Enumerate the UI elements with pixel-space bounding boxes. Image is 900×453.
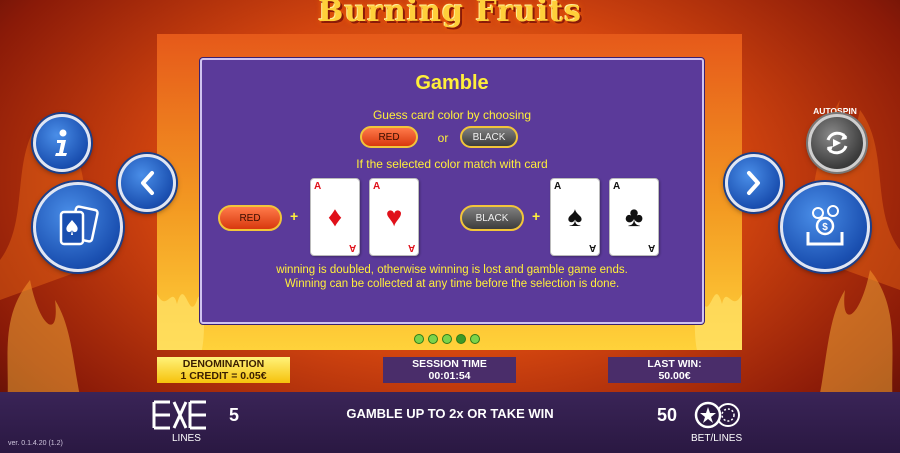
or-text: or <box>437 131 449 145</box>
svg-text:$: $ <box>822 222 828 233</box>
info-button[interactable] <box>33 114 91 172</box>
card-ace-spades: A ♠ A <box>550 178 600 256</box>
page-dot[interactable] <box>428 334 438 344</box>
next-page-button[interactable] <box>725 154 783 212</box>
help-paragraph-1: winning is doubled, otherwise winning is… <box>276 264 628 276</box>
gamble-help-panel: Gamble Guess card color by choosing RED … <box>200 58 704 324</box>
last-win-label: LAST WIN: <box>647 358 702 370</box>
card-ace-hearts: A ♥ A <box>369 178 419 256</box>
card-rank: A <box>554 181 562 192</box>
card-ace-clubs: A ♣ A <box>609 178 659 256</box>
help-paragraph-2: Winning can be collected at any time bef… <box>284 278 620 290</box>
red-label-chip: RED <box>360 126 418 148</box>
plus-sign: + <box>532 208 541 224</box>
club-suit-icon: ♣ <box>624 201 644 232</box>
heart-suit-icon: ♥ <box>385 201 403 232</box>
page-dot[interactable] <box>470 334 480 344</box>
spade-suit-icon: ♠ <box>567 201 583 232</box>
info-icon <box>55 129 67 156</box>
chevron-left-icon <box>141 171 154 195</box>
denomination-label: DENOMINATION <box>182 358 265 370</box>
red-example-chip: RED <box>218 205 282 231</box>
denomination-value: 1 CREDIT = 0.05€ <box>180 370 267 382</box>
help-instruction-1: Guess card color by choosing <box>372 108 532 122</box>
bet-chips-icon[interactable] <box>692 401 744 429</box>
autospin-button[interactable] <box>808 114 866 172</box>
card-rank: A <box>588 242 596 253</box>
game-logo: Burning Fruits <box>318 0 582 29</box>
black-example-chip: BLACK <box>460 205 524 231</box>
session-time-box: SESSION TIME 00:01:54 <box>383 357 516 383</box>
status-message: GAMBLE UP TO 2x OR TAKE WIN <box>346 406 554 421</box>
paytable-button[interactable] <box>33 182 123 272</box>
card-rank: A <box>314 181 322 192</box>
lines-label: LINES <box>172 433 201 444</box>
previous-page-button[interactable] <box>118 154 176 212</box>
help-instruction-2: If the selected color match with card <box>356 157 548 171</box>
card-rank: A <box>348 242 356 253</box>
cards-icon <box>59 205 99 246</box>
page-dot[interactable] <box>414 334 424 344</box>
version-text: ver. 0.1.4.20 (1.2) <box>8 440 63 447</box>
page-indicator <box>414 334 480 344</box>
last-win-box: LAST WIN: 50.00€ <box>608 357 741 383</box>
black-label-chip: BLACK <box>460 126 518 148</box>
card-rank: A <box>373 181 381 192</box>
session-time-value: 00:01:54 <box>428 370 471 382</box>
page-dot-current[interactable] <box>456 334 466 344</box>
card-rank: A <box>647 242 655 253</box>
card-ace-diamonds: A ♦ A <box>310 178 360 256</box>
diamond-suit-icon: ♦ <box>327 201 343 232</box>
bet-lines-value: 50 <box>657 405 678 425</box>
bet-settings-button[interactable]: $ <box>780 182 870 272</box>
card-rank: A <box>407 242 415 253</box>
plus-sign: + <box>290 208 299 224</box>
help-title: Gamble <box>415 72 489 94</box>
card-rank: A <box>613 181 621 192</box>
last-win-value: 50.00€ <box>658 370 691 382</box>
page-dot[interactable] <box>442 334 452 344</box>
chevron-right-icon <box>747 171 760 195</box>
bet-lines-label: BET/LINES <box>691 433 743 444</box>
denomination-box[interactable]: DENOMINATION 1 CREDIT = 0.05€ <box>157 357 290 383</box>
autospin-icon <box>826 131 848 155</box>
chips-stack-icon: $ <box>806 205 844 246</box>
bottom-bar <box>0 392 900 453</box>
session-time-label: SESSION TIME <box>412 358 487 370</box>
